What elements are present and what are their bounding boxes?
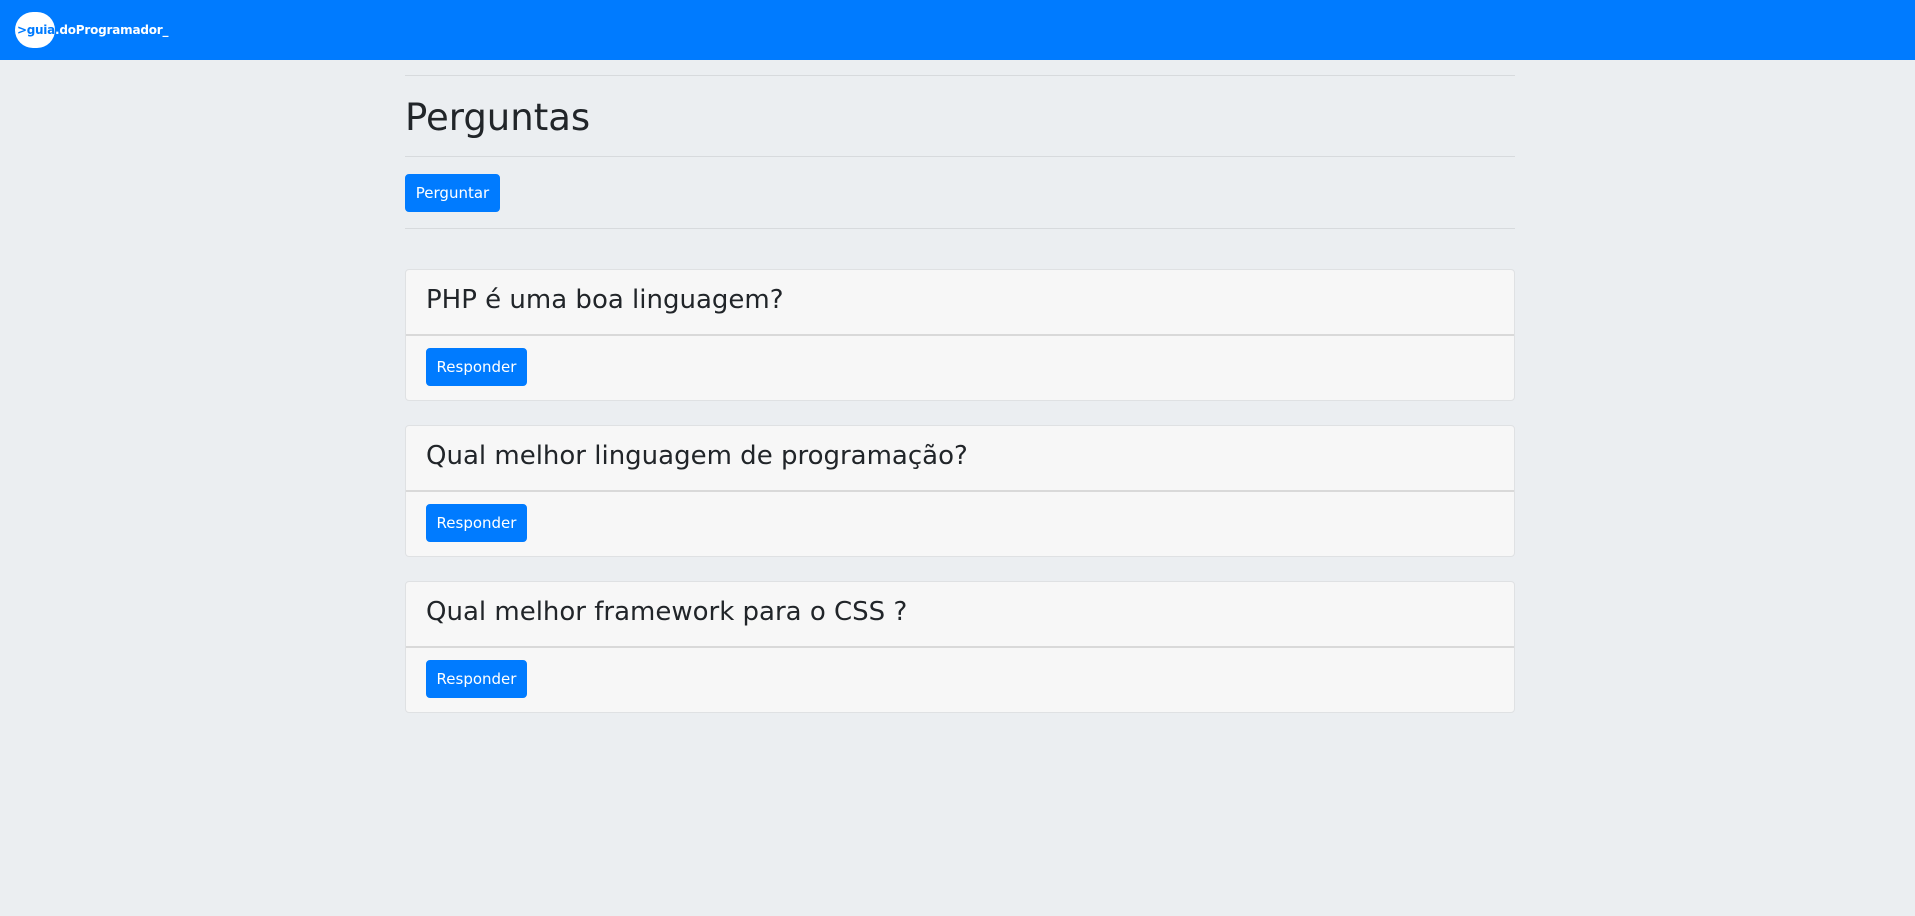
question-title: Qual melhor linguagem de programação? (426, 441, 968, 471)
brand-name: .doProgramador (55, 23, 163, 37)
page-title: Perguntas (405, 96, 591, 139)
question-card-header: Qual melhor linguagem de programação? (406, 426, 1514, 492)
question-list: PHP é uma boa linguagem? Responder Qual … (405, 269, 1515, 737)
question-card: Qual melhor linguagem de programação? Re… (405, 425, 1515, 557)
navbar: >guia .doProgramador _ (0, 0, 1915, 60)
ask-question-button[interactable]: Perguntar (405, 174, 500, 212)
question-card-body: Responder (406, 648, 1514, 698)
question-card: Qual melhor framework para o CSS ? Respo… (405, 581, 1515, 713)
brand-prefix: >guia (17, 23, 55, 37)
title-divider (405, 156, 1515, 157)
question-card-body: Responder (406, 336, 1514, 386)
question-card-body: Responder (406, 492, 1514, 542)
brand-logo-link[interactable]: >guia .doProgramador _ (15, 12, 169, 48)
brand-cursor: _ (162, 23, 169, 37)
question-card: PHP é uma boa linguagem? Responder (405, 269, 1515, 401)
answer-button[interactable]: Responder (426, 504, 527, 542)
question-card-header: Qual melhor framework para o CSS ? (406, 582, 1514, 648)
answer-button[interactable]: Responder (426, 660, 527, 698)
question-title: PHP é uma boa linguagem? (426, 285, 784, 315)
answer-button[interactable]: Responder (426, 348, 527, 386)
top-divider (405, 75, 1515, 76)
button-divider (405, 228, 1515, 229)
question-card-header: PHP é uma boa linguagem? (406, 270, 1514, 336)
brand-logo-badge: >guia (15, 12, 55, 48)
question-title: Qual melhor framework para o CSS ? (426, 597, 908, 627)
